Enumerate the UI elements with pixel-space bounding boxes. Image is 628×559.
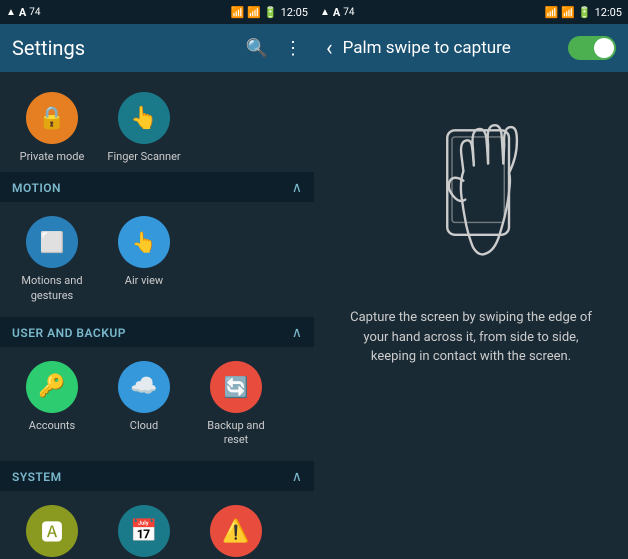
right-status-icons: ▲ A 74 bbox=[320, 6, 355, 19]
hand-illustration-svg bbox=[391, 97, 551, 287]
system-section-title: SYSTEM bbox=[12, 470, 62, 484]
user-backup-section-title: USER AND BACKUP bbox=[12, 326, 126, 340]
battery-num-icon: 74 bbox=[29, 7, 40, 18]
settings-item-motions[interactable]: ⬜ Motions and gestures bbox=[8, 208, 96, 311]
r-a-icon: A bbox=[333, 6, 340, 19]
triangle-icon: ▲ bbox=[6, 7, 16, 18]
settings-item-cloud[interactable]: ☁️ Cloud bbox=[100, 353, 188, 456]
settings-item-accounts[interactable]: 🔑 Accounts bbox=[8, 353, 96, 456]
right-status-right: 📶 📶 🔋 12:05 bbox=[544, 6, 622, 19]
settings-item-finger-scanner[interactable]: 👆 Finger Scanner bbox=[100, 84, 188, 172]
right-content: Capture the screen by swiping the edge o… bbox=[314, 72, 628, 559]
private-mode-label: Private mode bbox=[20, 150, 85, 164]
left-status-bar: ▲ A 74 📶 📶 🔋 12:05 bbox=[0, 0, 314, 24]
motions-icon: ⬜ bbox=[26, 216, 78, 268]
r-triangle-icon: ▲ bbox=[320, 7, 330, 18]
private-mode-icon: 🔒 bbox=[26, 92, 78, 144]
toggle-knob bbox=[594, 38, 614, 58]
motion-chevron-icon[interactable]: ∧ bbox=[292, 180, 302, 196]
accounts-icon: 🔑 bbox=[26, 361, 78, 413]
wifi-icon: 📶 bbox=[230, 6, 244, 19]
left-status-icons: ▲ A 74 bbox=[6, 6, 41, 19]
motions-label: Motions and gestures bbox=[12, 274, 92, 303]
right-status-bar: ▲ A 74 📶 📶 🔋 12:05 bbox=[314, 0, 628, 24]
accounts-label: Accounts bbox=[29, 419, 75, 433]
right-app-bar: ‹ Palm swipe to capture bbox=[314, 24, 628, 72]
app-bar-actions: 🔍 ⋮ bbox=[246, 38, 302, 59]
settings-item-private-mode[interactable]: 🔒 Private mode bbox=[8, 84, 96, 172]
user-backup-section-header: USER AND BACKUP ∧ bbox=[0, 317, 314, 347]
r-battery-icon: 🔋 bbox=[578, 6, 592, 19]
system-items-grid: 🅰 Language and input 📅 Date and time ⚠️ … bbox=[0, 491, 314, 559]
language-icon: 🅰 bbox=[26, 505, 78, 557]
top-items-grid: 🔒 Private mode 👆 Finger Scanner bbox=[0, 72, 314, 172]
system-chevron-icon[interactable]: ∧ bbox=[292, 469, 302, 485]
settings-content: 🔒 Private mode 👆 Finger Scanner MOTION ∧… bbox=[0, 72, 314, 559]
finger-scanner-icon: 👆 bbox=[118, 92, 170, 144]
palm-swipe-description: Capture the screen by swiping the edge o… bbox=[334, 308, 608, 367]
air-view-label: Air view bbox=[125, 274, 163, 288]
back-button[interactable]: ‹ bbox=[326, 36, 333, 61]
settings-item-date-time[interactable]: 📅 Date and time bbox=[100, 497, 188, 559]
backup-reset-label: Backup and reset bbox=[196, 419, 276, 448]
right-time: 12:05 bbox=[595, 6, 622, 19]
backup-reset-icon: 🔄 bbox=[210, 361, 262, 413]
r-battery-num-icon: 74 bbox=[343, 7, 354, 18]
palm-swipe-toggle[interactable] bbox=[568, 36, 616, 60]
right-panel: ▲ A 74 📶 📶 🔋 12:05 ‹ Palm swipe to captu… bbox=[314, 0, 628, 559]
system-section-header: SYSTEM ∧ bbox=[0, 461, 314, 491]
r-wifi-icon: 📶 bbox=[544, 6, 558, 19]
search-icon[interactable]: 🔍 bbox=[246, 38, 268, 59]
signal-icon: 📶 bbox=[247, 6, 261, 19]
motion-section-header: MOTION ∧ bbox=[0, 172, 314, 202]
user-backup-chevron-icon[interactable]: ∧ bbox=[292, 325, 302, 341]
motion-section-title: MOTION bbox=[12, 181, 61, 195]
air-view-icon: 👆 bbox=[118, 216, 170, 268]
cloud-icon: ☁️ bbox=[118, 361, 170, 413]
settings-item-backup-reset[interactable]: 🔄 Backup and reset bbox=[192, 353, 280, 456]
palm-swipe-title: Palm swipe to capture bbox=[343, 38, 558, 58]
date-time-icon: 📅 bbox=[118, 505, 170, 557]
settings-title: Settings bbox=[12, 36, 85, 60]
settings-item-language[interactable]: 🅰 Language and input bbox=[8, 497, 96, 559]
settings-item-air-view[interactable]: 👆 Air view bbox=[100, 208, 188, 311]
motion-items-grid: ⬜ Motions and gestures 👆 Air view bbox=[0, 202, 314, 317]
left-app-bar: Settings 🔍 ⋮ bbox=[0, 24, 314, 72]
left-panel: ▲ A 74 📶 📶 🔋 12:05 Settings 🔍 ⋮ 🔒 Privat… bbox=[0, 0, 314, 559]
palm-swipe-illustration bbox=[381, 92, 561, 292]
more-options-icon[interactable]: ⋮ bbox=[284, 38, 302, 59]
r-signal-icon: 📶 bbox=[561, 6, 575, 19]
left-time: 12:05 bbox=[281, 6, 308, 19]
battery-icon: 🔋 bbox=[264, 6, 278, 19]
finger-scanner-label: Finger Scanner bbox=[107, 150, 180, 164]
cloud-label: Cloud bbox=[130, 419, 158, 433]
settings-item-safety[interactable]: ⚠️ Safety assistance bbox=[192, 497, 280, 559]
left-status-right: 📶 📶 🔋 12:05 bbox=[230, 6, 308, 19]
safety-icon: ⚠️ bbox=[210, 505, 262, 557]
user-backup-items-grid: 🔑 Accounts ☁️ Cloud 🔄 Backup and reset bbox=[0, 347, 314, 462]
a-icon: A bbox=[19, 6, 26, 19]
